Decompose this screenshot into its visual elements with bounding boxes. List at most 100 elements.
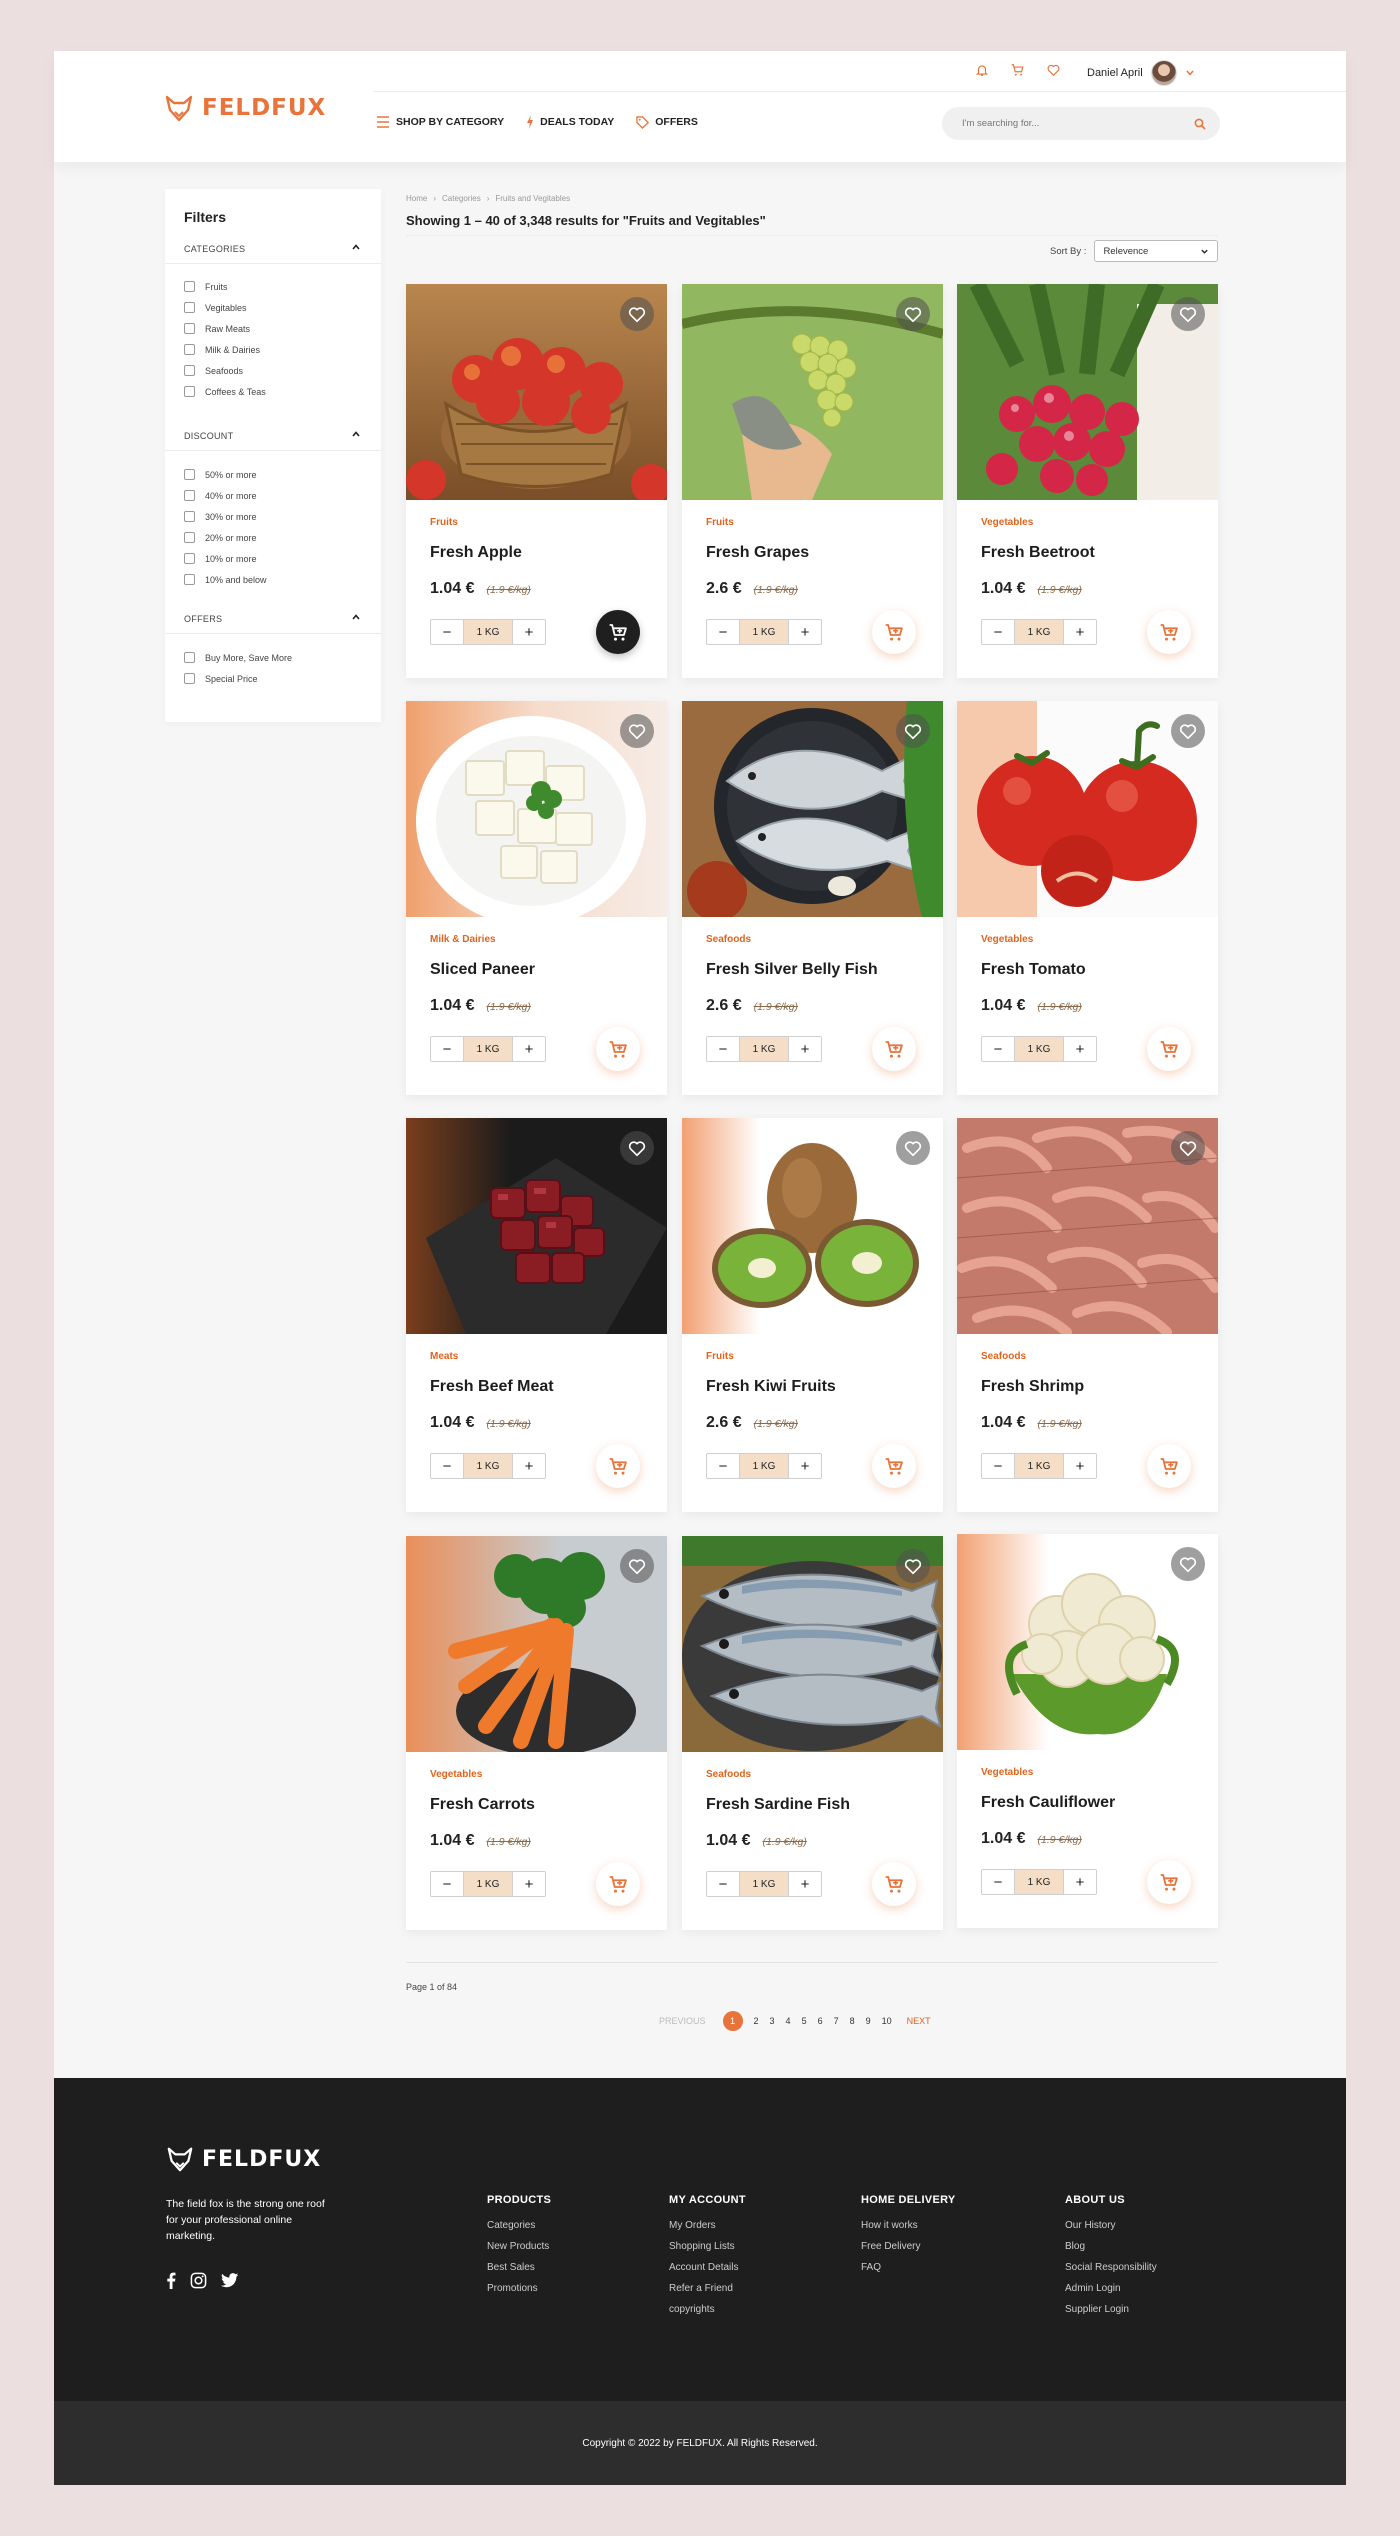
filter-section-categories[interactable]: CATEGORIES	[165, 244, 381, 264]
add-to-cart-button[interactable]	[1147, 1027, 1191, 1071]
filter-option[interactable]: 40% or more	[184, 490, 257, 501]
page-number[interactable]: 8	[850, 2016, 855, 2026]
footer-link[interactable]: Social Responsibility	[1065, 2262, 1157, 2273]
filter-section-offers[interactable]: OFFERS	[165, 614, 381, 634]
decrease-button[interactable]: −	[982, 1870, 1014, 1894]
checkbox[interactable]	[184, 574, 195, 585]
page-number[interactable]: 4	[786, 2016, 791, 2026]
footer-link[interactable]: Supplier Login	[1065, 2304, 1157, 2315]
decrease-button[interactable]: −	[431, 1872, 463, 1896]
decrease-button[interactable]: −	[707, 620, 739, 644]
user-menu[interactable]: Daniel April	[1087, 60, 1195, 86]
increase-button[interactable]: +	[1064, 620, 1096, 644]
checkbox[interactable]	[184, 469, 195, 480]
filter-option[interactable]: 30% or more	[184, 511, 257, 522]
product-category[interactable]: Seafoods	[706, 934, 751, 945]
bell-icon[interactable]	[975, 63, 989, 82]
footer-link[interactable]: Our History	[1065, 2220, 1157, 2231]
nav-shop-by-category[interactable]: SHOP BY CATEGORY	[376, 116, 504, 128]
nav-deals-today[interactable]: DEALS TODAY	[526, 115, 614, 129]
decrease-button[interactable]: −	[707, 1454, 739, 1478]
filter-section-discount[interactable]: DISCOUNT	[165, 431, 381, 451]
wishlist-button[interactable]	[620, 714, 654, 748]
checkbox[interactable]	[184, 532, 195, 543]
instagram-icon[interactable]	[190, 2272, 207, 2289]
footer-link[interactable]: My Orders	[669, 2220, 746, 2231]
wishlist-button[interactable]	[1171, 714, 1205, 748]
increase-button[interactable]: +	[789, 1037, 821, 1061]
footer-link[interactable]: FAQ	[861, 2262, 956, 2273]
add-to-cart-button[interactable]	[1147, 610, 1191, 654]
checkbox[interactable]	[184, 553, 195, 564]
wishlist-button[interactable]	[620, 297, 654, 331]
filter-option[interactable]: 10% and below	[184, 574, 267, 585]
filter-option[interactable]: Coffees & Teas	[184, 386, 266, 397]
filter-option[interactable]: Buy More, Save More	[184, 652, 292, 663]
filter-option[interactable]: Fruits	[184, 281, 228, 292]
add-to-cart-button[interactable]	[1147, 1444, 1191, 1488]
product-card[interactable]: Vegetables Fresh Cauliflower 1.04 € (1.9…	[957, 1534, 1218, 1928]
product-category[interactable]: Seafoods	[706, 1769, 751, 1780]
filter-option[interactable]: 50% or more	[184, 469, 257, 480]
product-card[interactable]: Seafoods Fresh Silver Belly Fish 2.6 € (…	[682, 701, 943, 1095]
decrease-button[interactable]: −	[982, 620, 1014, 644]
wishlist-button[interactable]	[896, 1131, 930, 1165]
product-name[interactable]: Fresh Beef Meat	[430, 1378, 554, 1396]
product-category[interactable]: Fruits	[706, 517, 734, 528]
increase-button[interactable]: +	[789, 1454, 821, 1478]
product-card[interactable]: Fruits Fresh Apple 1.04 € (1.9 €/kg) − 1…	[406, 284, 667, 678]
footer-logo[interactable]: FELDFUX	[166, 2145, 321, 2173]
footer-link[interactable]: Best Sales	[487, 2262, 551, 2273]
product-name[interactable]: Fresh Tomato	[981, 961, 1086, 979]
wishlist-button[interactable]	[1171, 1547, 1205, 1581]
add-to-cart-button[interactable]	[596, 1444, 640, 1488]
page-number[interactable]: 6	[818, 2016, 823, 2026]
increase-button[interactable]: +	[789, 1872, 821, 1896]
increase-button[interactable]: +	[513, 1872, 545, 1896]
checkbox[interactable]	[184, 386, 195, 397]
checkbox[interactable]	[184, 673, 195, 684]
increase-button[interactable]: +	[1064, 1870, 1096, 1894]
wishlist-button[interactable]	[1171, 1131, 1205, 1165]
product-name[interactable]: Fresh Silver Belly Fish	[706, 961, 878, 979]
footer-link[interactable]: Categories	[487, 2220, 551, 2231]
product-category[interactable]: Vegetables	[430, 1769, 482, 1780]
product-card[interactable]: Fruits Fresh Kiwi Fruits 2.6 € (1.9 €/kg…	[682, 1118, 943, 1512]
wishlist-button[interactable]	[896, 714, 930, 748]
twitter-icon[interactable]	[221, 2273, 239, 2288]
breadcrumb-home[interactable]: Home	[406, 194, 427, 203]
add-to-cart-button[interactable]	[872, 1027, 916, 1071]
product-name[interactable]: Fresh Carrots	[430, 1796, 535, 1814]
page-number[interactable]: 7	[834, 2016, 839, 2026]
product-category[interactable]: Vegetables	[981, 934, 1033, 945]
product-category[interactable]: Vegetables	[981, 517, 1033, 528]
cart-icon[interactable]	[1010, 63, 1025, 82]
decrease-button[interactable]: −	[707, 1037, 739, 1061]
wishlist-button[interactable]	[620, 1549, 654, 1583]
add-to-cart-button[interactable]	[872, 1862, 916, 1906]
footer-link[interactable]: Blog	[1065, 2241, 1157, 2252]
product-category[interactable]: Seafoods	[981, 1351, 1026, 1362]
product-name[interactable]: Fresh Beetroot	[981, 544, 1095, 562]
product-card[interactable]: Milk & Dairies Sliced Paneer 1.04 € (1.9…	[406, 701, 667, 1095]
page-number[interactable]: 3	[770, 2016, 775, 2026]
checkbox[interactable]	[184, 652, 195, 663]
footer-link[interactable]: Promotions	[487, 2283, 551, 2294]
add-to-cart-button[interactable]	[596, 1027, 640, 1071]
add-to-cart-button[interactable]	[596, 1862, 640, 1906]
previous-button[interactable]: PREVIOUS	[659, 2016, 706, 2026]
add-to-cart-button[interactable]	[596, 610, 640, 654]
product-name[interactable]: Fresh Cauliflower	[981, 1794, 1115, 1812]
increase-button[interactable]: +	[513, 1037, 545, 1061]
product-card[interactable]: Meats Fresh Beef Meat 1.04 € (1.9 €/kg) …	[406, 1118, 667, 1512]
footer-link[interactable]: How it works	[861, 2220, 956, 2231]
facebook-icon[interactable]	[166, 2272, 176, 2289]
checkbox[interactable]	[184, 511, 195, 522]
next-button[interactable]: NEXT	[907, 2016, 931, 2026]
filter-option[interactable]: Milk & Dairies	[184, 344, 260, 355]
wishlist-button[interactable]	[896, 297, 930, 331]
search-input[interactable]	[962, 118, 1194, 129]
product-card[interactable]: Vegetables Fresh Tomato 1.04 € (1.9 €/kg…	[957, 701, 1218, 1095]
increase-button[interactable]: +	[513, 1454, 545, 1478]
product-card[interactable]: Fruits Fresh Grapes 2.6 € (1.9 €/kg) − 1…	[682, 284, 943, 678]
